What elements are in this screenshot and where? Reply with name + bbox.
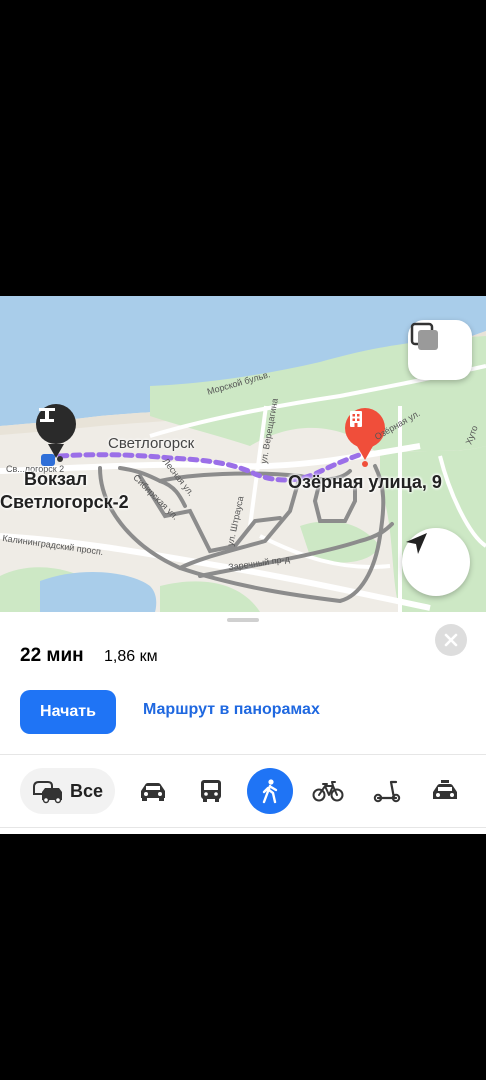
destination-label: Озёрная улица, 9 (288, 472, 442, 492)
mode-taxi-button[interactable] (422, 768, 468, 814)
mode-bus-button[interactable] (188, 768, 234, 814)
mode-bike-button[interactable] (305, 768, 351, 814)
transport-modes: Все (0, 768, 486, 818)
bus-icon (201, 780, 221, 802)
map-view[interactable]: Св...логорск 2 Светлогорск Вокзал Светло… (0, 296, 486, 612)
all-transport-icon (32, 781, 62, 804)
sheet-drag-handle[interactable] (227, 618, 259, 622)
close-icon (444, 633, 458, 647)
destination-pin[interactable] (345, 408, 385, 448)
walk-icon (262, 779, 278, 804)
panorama-route-link[interactable]: Маршрут в панорамах (143, 701, 320, 719)
map-layers-button[interactable] (408, 320, 472, 380)
mode-car-button[interactable] (130, 768, 176, 814)
taxi-icon (433, 780, 457, 799)
building-icon (350, 411, 362, 427)
city-label: Светлогорск (108, 435, 195, 452)
app-screen: Св...логорск 2 Светлогорск Вокзал Светло… (0, 296, 486, 834)
train-station-icon (39, 408, 55, 422)
mode-all-button[interactable]: Все (20, 768, 115, 814)
divider (0, 754, 486, 755)
layers-icon (410, 322, 438, 350)
route-distance: 1,86 км (104, 648, 158, 665)
start-button[interactable]: Начать (20, 690, 116, 734)
bicycle-icon (312, 781, 344, 802)
mode-all-label: Все (69, 780, 104, 801)
car-icon (141, 783, 165, 801)
my-location-button[interactable] (402, 528, 470, 596)
origin-label-line1: Вокзал (24, 469, 88, 489)
origin-label-line2: Светлогорск-2 (0, 492, 129, 512)
origin-pin[interactable] (36, 404, 76, 444)
route-duration: 22 мин (20, 645, 84, 666)
bottom-divider (0, 827, 486, 828)
close-route-button[interactable] (435, 624, 467, 656)
mode-scooter-button[interactable] (364, 768, 410, 814)
mode-walk-button[interactable] (247, 768, 293, 814)
navigation-arrow-icon (406, 533, 427, 554)
scooter-icon (373, 780, 401, 803)
